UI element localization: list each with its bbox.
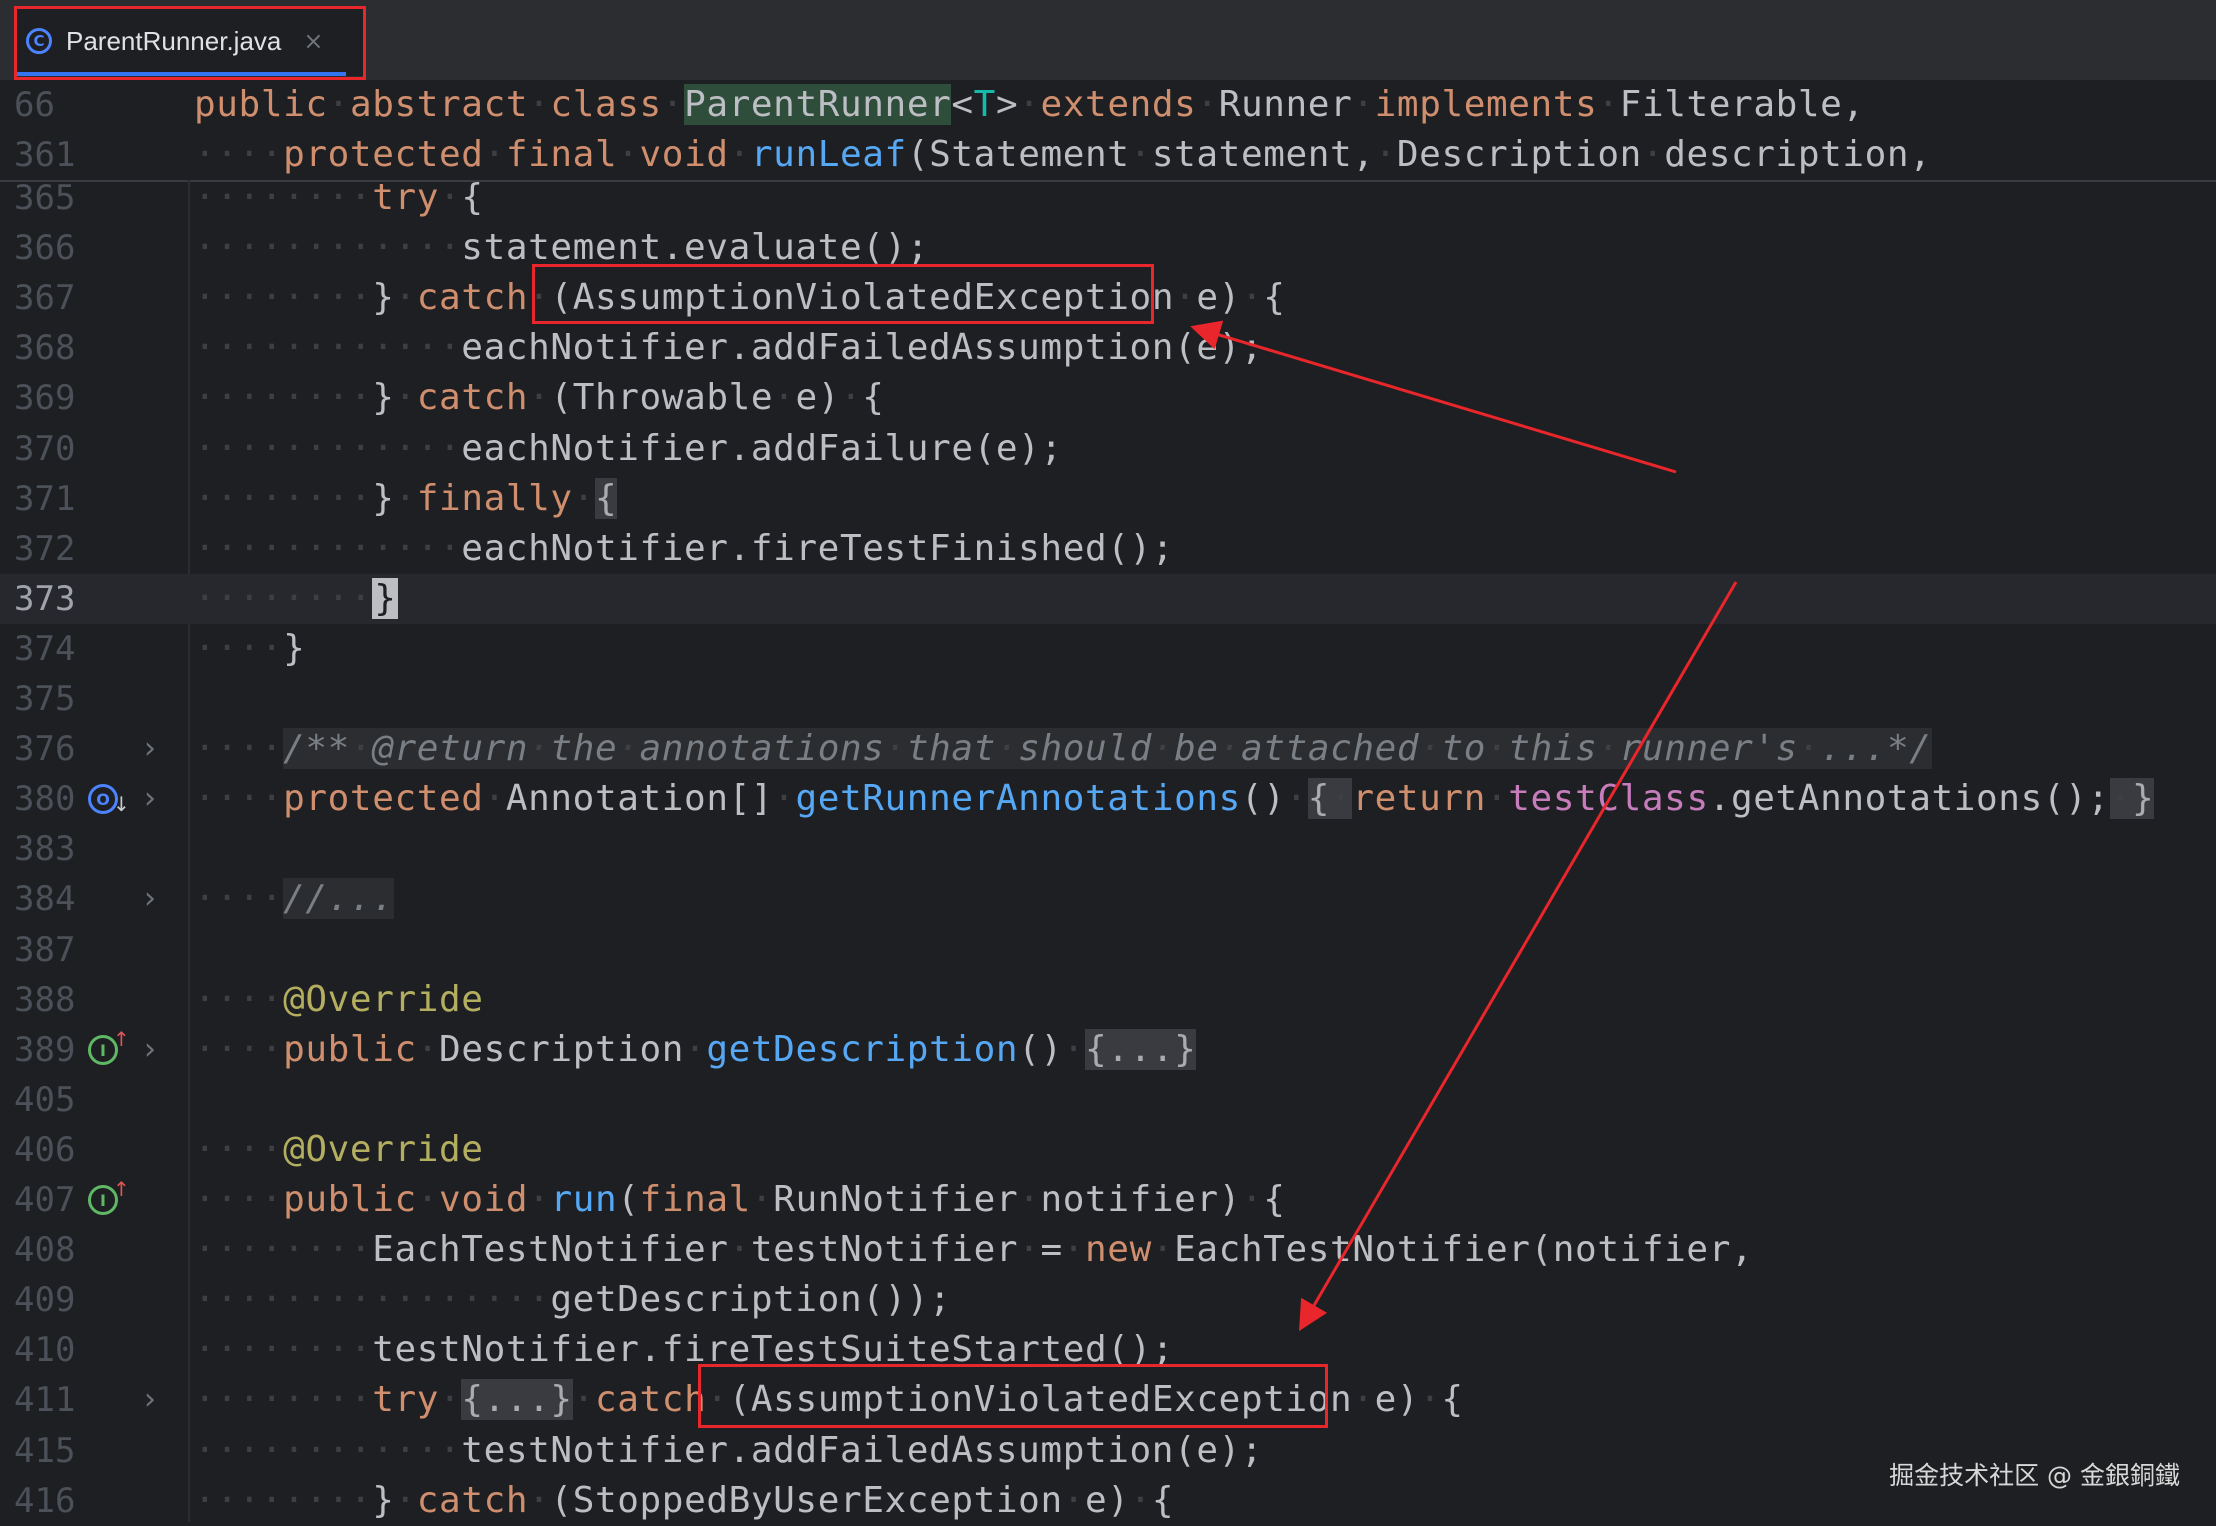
annotation-arrows <box>1190 320 1738 1332</box>
watermark: 掘金技术社区 @ 金銀銅鐵 <box>1889 1461 2180 1490</box>
arrow-to-runleaf-catch <box>1190 320 1677 474</box>
arrow-to-run-catch <box>1298 581 1738 1332</box>
